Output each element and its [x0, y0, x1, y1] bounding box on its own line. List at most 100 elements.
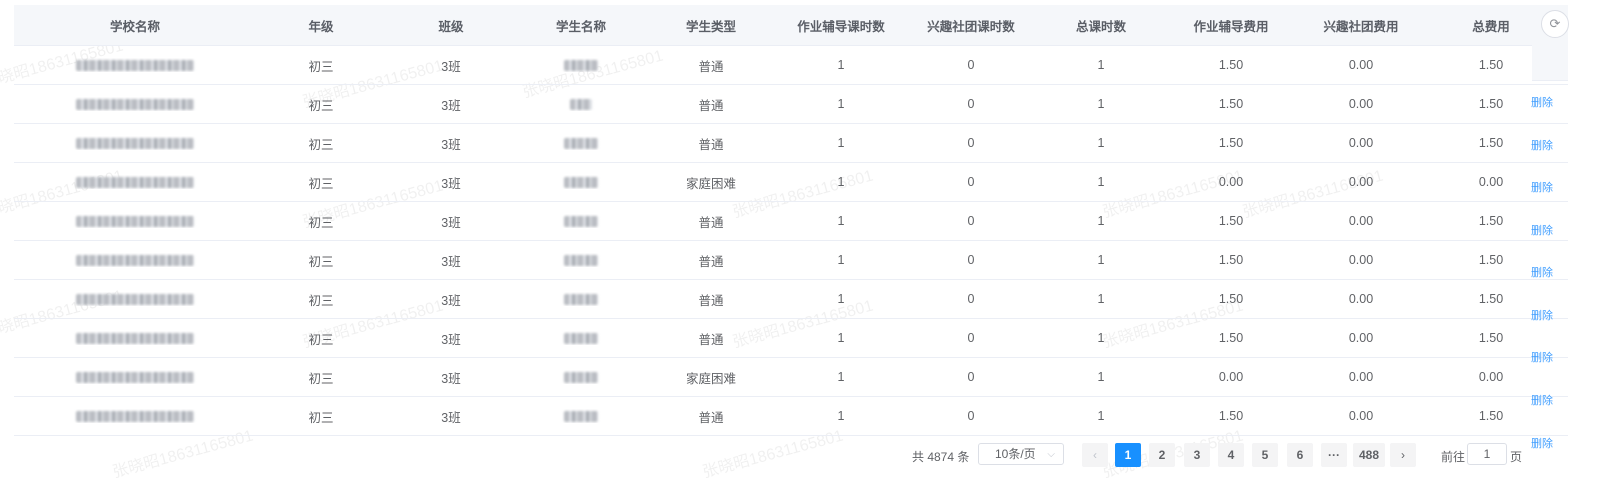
page-button-3[interactable]: 3 [1184, 443, 1210, 467]
student-type-cell: 普通 [698, 98, 724, 113]
page-button-1[interactable]: 1 [1115, 443, 1141, 467]
grade-cell: 初三 [308, 215, 334, 230]
homework-hours-cell: 1 [837, 136, 845, 150]
table-row: 初三 3班 家庭困难 1 0 1 0.00 0.00 0.00 [14, 163, 1568, 202]
school-name-cell [14, 409, 256, 423]
redacted-school-name [76, 138, 194, 150]
refresh-button[interactable]: ⟳ [1541, 10, 1569, 38]
pagination: 共 4874 条 10条/页 ⌵ ‹ 1 2 3 4 5 6 ··· 488 ›… [0, 443, 1611, 467]
homework-fee-cell: 1.50 [1218, 214, 1244, 228]
school-name-cell [14, 175, 256, 189]
total-hours-cell: 1 [1097, 97, 1105, 111]
student-name-cell [516, 175, 646, 189]
delete-link[interactable]: 删除 [1531, 349, 1553, 365]
page-button-4[interactable]: 4 [1218, 443, 1244, 467]
header-homework-fee: 作业辅导费用 [1193, 19, 1269, 34]
student-name-cell [516, 214, 646, 228]
redacted-student-name [564, 216, 598, 228]
total-fee-cell: 0.00 [1478, 370, 1504, 384]
school-name-cell [14, 331, 256, 345]
page-button-6[interactable]: 6 [1287, 443, 1313, 467]
header-grade: 年级 [308, 19, 334, 34]
homework-fee-cell: 1.50 [1218, 136, 1244, 150]
delete-link[interactable]: 删除 [1531, 94, 1553, 110]
page-button-2[interactable]: 2 [1149, 443, 1175, 467]
table-row: 初三 3班 普通 1 0 1 1.50 0.00 1.50 [14, 124, 1568, 163]
homework-hours-cell: 1 [837, 58, 845, 72]
homework-fee-cell: 1.50 [1218, 253, 1244, 267]
total-hours-cell: 1 [1097, 370, 1105, 384]
redacted-student-name [564, 177, 598, 189]
student-name-cell [516, 136, 646, 150]
student-name-cell [516, 370, 646, 384]
student-name-cell [516, 58, 646, 72]
homework-hours-cell: 1 [837, 253, 845, 267]
homework-fee-cell: 1.50 [1218, 58, 1244, 72]
goto-page-input[interactable]: 1 [1467, 443, 1507, 465]
student-type-cell: 普通 [698, 59, 724, 74]
grade-cell: 初三 [308, 293, 334, 308]
homework-fee-cell: 1.50 [1218, 292, 1244, 306]
homework-hours-cell: 1 [837, 370, 845, 384]
grade-cell: 初三 [308, 59, 334, 74]
next-page-button[interactable]: › [1390, 443, 1416, 467]
redacted-school-name [76, 294, 194, 306]
delete-link[interactable]: 删除 [1531, 137, 1553, 153]
table-row: 初三 3班 家庭困难 1 0 1 0.00 0.00 0.00 [14, 358, 1568, 397]
club-fee-cell: 0.00 [1348, 175, 1374, 189]
table-row: 初三 3班 普通 1 0 1 1.50 0.00 1.50 [14, 280, 1568, 319]
page-size-select[interactable]: 10条/页 ⌵ [978, 443, 1064, 465]
redacted-school-name [76, 333, 194, 345]
total-hours-cell: 1 [1097, 175, 1105, 189]
student-type-cell: 普通 [698, 137, 724, 152]
table-row: 初三 3班 普通 1 0 1 1.50 0.00 1.50 [14, 202, 1568, 241]
total-fee-cell: 1.50 [1478, 292, 1504, 306]
class-cell: 3班 [441, 293, 461, 308]
goto-label: 前往 [1441, 450, 1466, 464]
club-hours-cell: 0 [967, 331, 975, 345]
student-type-cell: 普通 [698, 215, 724, 230]
school-name-cell [14, 214, 256, 228]
total-hours-cell: 1 [1097, 292, 1105, 306]
class-cell: 3班 [441, 98, 461, 113]
delete-link[interactable]: 删除 [1531, 179, 1553, 195]
student-type-cell: 普通 [698, 293, 724, 308]
delete-link[interactable]: 删除 [1531, 392, 1553, 408]
grade-cell: 初三 [308, 332, 334, 347]
grade-cell: 初三 [308, 137, 334, 152]
header-club-hours: 兴趣社团课时数 [927, 19, 1015, 34]
club-fee-cell: 0.00 [1348, 136, 1374, 150]
chevron-left-icon: ‹ [1093, 448, 1097, 462]
homework-hours-cell: 1 [837, 214, 845, 228]
club-hours-cell: 0 [967, 175, 975, 189]
table-row: 初三 3班 普通 1 0 1 1.50 0.00 1.50 [14, 319, 1568, 358]
action-column-header [1532, 40, 1568, 81]
header-student-name: 学生名称 [555, 19, 606, 34]
page-button-last[interactable]: 488 [1353, 443, 1385, 467]
club-hours-cell: 0 [967, 253, 975, 267]
club-hours-cell: 0 [967, 370, 975, 384]
delete-link[interactable]: 删除 [1531, 222, 1553, 238]
grade-cell: 初三 [308, 410, 334, 425]
club-fee-cell: 0.00 [1348, 58, 1374, 72]
chevron-down-icon: ⌵ [1047, 449, 1055, 460]
homework-hours-cell: 1 [837, 175, 845, 189]
class-cell: 3班 [441, 332, 461, 347]
club-hours-cell: 0 [967, 214, 975, 228]
table-row: 初三 3班 普通 1 0 1 1.50 0.00 1.50 [14, 85, 1568, 124]
redacted-school-name [76, 411, 194, 423]
redacted-student-name [564, 372, 598, 384]
delete-link[interactable]: 删除 [1531, 307, 1553, 323]
redacted-student-name [564, 255, 598, 267]
table-header: 学校名称 年级 班级 学生名称 学生类型 作业辅导课时数 兴趣社团课时数 总课时… [14, 5, 1568, 46]
page-button-5[interactable]: 5 [1252, 443, 1278, 467]
redacted-student-name [570, 99, 592, 111]
prev-page-button[interactable]: ‹ [1082, 443, 1108, 467]
total-hours-cell: 1 [1097, 331, 1105, 345]
total-hours-cell: 1 [1097, 409, 1105, 423]
more-pages-button[interactable]: ··· [1321, 443, 1347, 467]
delete-link[interactable]: 删除 [1531, 264, 1553, 280]
redacted-school-name [76, 372, 194, 384]
homework-fee-cell: 1.50 [1218, 331, 1244, 345]
club-hours-cell: 0 [967, 136, 975, 150]
